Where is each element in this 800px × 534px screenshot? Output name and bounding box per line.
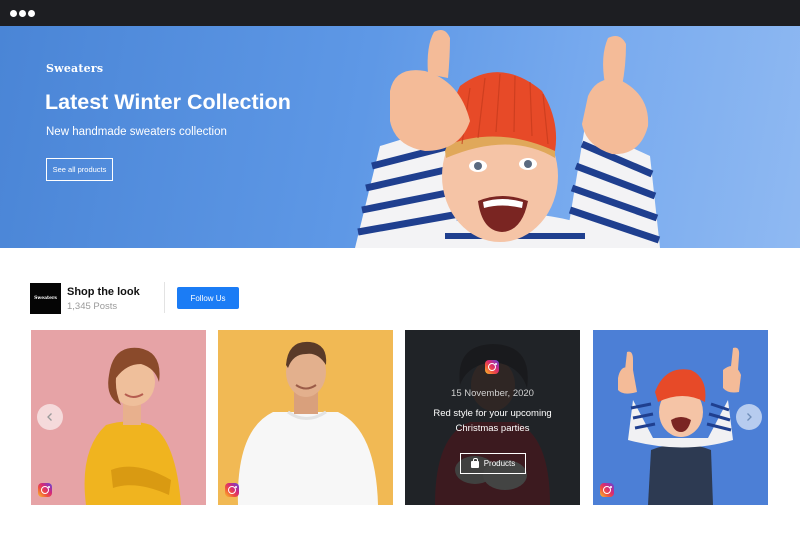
chevron-right-icon xyxy=(747,413,752,421)
chevron-left-icon xyxy=(47,413,52,421)
profile-avatar[interactable]: Sweaters xyxy=(30,283,61,314)
products-button-label: Products xyxy=(483,459,516,468)
hero-subtitle: New handmade sweaters collection xyxy=(46,126,227,138)
divider xyxy=(164,282,165,313)
feed-post-card[interactable]: 15 November, 2020 Red style for your upc… xyxy=(405,330,580,505)
window-dot xyxy=(10,10,17,17)
shopping-bag-icon xyxy=(470,458,479,468)
profile-name[interactable]: Shop the look xyxy=(67,286,140,298)
carousel-next-button[interactable] xyxy=(736,404,762,430)
carousel-prev-button[interactable] xyxy=(37,404,63,430)
avatar-logo-text: Sweaters xyxy=(34,296,57,301)
browser-titlebar xyxy=(0,0,800,26)
post-image xyxy=(218,330,393,505)
hero-banner: Sweaters Latest Winter Collection New ha… xyxy=(0,26,800,248)
feed-post-card[interactable] xyxy=(218,330,393,505)
profile-post-count: 1,345 Posts xyxy=(67,301,118,312)
post-hover-overlay: 15 November, 2020 Red style for your upc… xyxy=(405,330,580,505)
post-caption: Red style for your upcoming Christmas pa… xyxy=(433,408,552,434)
instagram-icon xyxy=(38,483,52,497)
post-date: 15 November, 2020 xyxy=(451,388,534,399)
brand-logo: Sweaters xyxy=(46,62,104,75)
instagram-icon xyxy=(600,483,614,497)
instagram-icon xyxy=(485,360,499,374)
follow-us-button[interactable]: Follow Us xyxy=(177,287,239,309)
products-button[interactable]: Products xyxy=(460,453,526,474)
hero-child-image xyxy=(355,30,661,248)
see-all-products-button[interactable]: See all products xyxy=(46,158,113,181)
instagram-icon xyxy=(225,483,239,497)
window-dot xyxy=(28,10,35,17)
window-dot xyxy=(19,10,26,17)
hero-title: Latest Winter Collection xyxy=(45,90,291,114)
